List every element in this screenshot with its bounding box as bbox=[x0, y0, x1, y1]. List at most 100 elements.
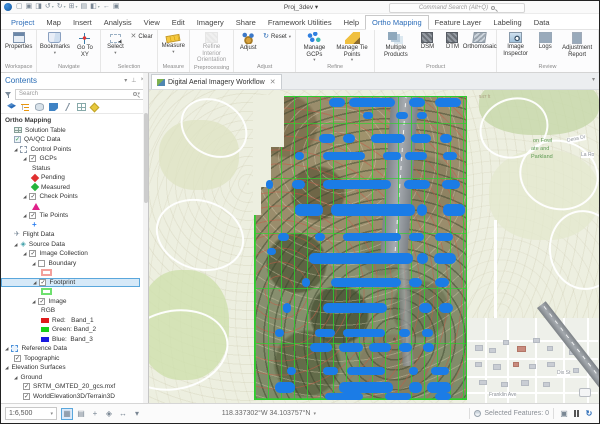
multiple-products-button[interactable]: Multiple Products bbox=[377, 31, 414, 58]
dtm-button[interactable]: DTM bbox=[440, 31, 464, 51]
orthomosaic-button[interactable]: Orthomosaic bbox=[465, 31, 494, 51]
manage-tie-points-button[interactable]: Manage Tie Points▾ bbox=[332, 31, 372, 62]
tree-item-solution-table[interactable]: Solution Table bbox=[1, 126, 148, 136]
tree-item-check-points[interactable]: ◢✓Check Points bbox=[1, 192, 148, 202]
contents-scrollbar[interactable] bbox=[143, 73, 148, 403]
manage-gcps-button[interactable]: Manage GCPs▾ bbox=[298, 31, 331, 62]
adjust-button[interactable]: Adjust bbox=[236, 31, 260, 52]
clear-button[interactable]: ✕Clear bbox=[128, 33, 154, 40]
tree-item-status[interactable]: Status bbox=[1, 164, 148, 174]
tree-item-symbol[interactable]: + bbox=[1, 221, 148, 231]
list-by-slash-icon[interactable] bbox=[63, 103, 72, 111]
tree-item-source-data[interactable]: ◢◈Source Data bbox=[1, 240, 148, 250]
tab-edit[interactable]: Edit bbox=[166, 16, 191, 29]
titlebar-icon-0[interactable]: ▢ bbox=[16, 3, 23, 11]
expander-icon[interactable]: ◢ bbox=[23, 194, 26, 199]
tab-labeling[interactable]: Labeling bbox=[487, 16, 527, 29]
bookmarks-button[interactable]: Bookmarks▾ bbox=[39, 31, 70, 55]
tree-item-reference-data[interactable]: ◢Reference Data bbox=[1, 344, 148, 354]
titlebar-icon-8[interactable]: ← bbox=[103, 3, 110, 11]
tree-item-symbol[interactable] bbox=[1, 268, 148, 278]
tree-item-symbol[interactable] bbox=[1, 202, 148, 212]
list-by-snapshot-icon[interactable] bbox=[49, 103, 58, 111]
tab-data[interactable]: Data bbox=[528, 16, 556, 29]
status-right-icon-0[interactable]: ▣ bbox=[558, 408, 570, 420]
status-icon-2[interactable]: + bbox=[89, 408, 101, 420]
expander-icon[interactable]: ◢ bbox=[14, 242, 17, 247]
titlebar-icon-6[interactable]: ▤ bbox=[81, 3, 88, 11]
tab-framework-utilities[interactable]: Framework Utilities bbox=[262, 16, 338, 29]
refresh-icon[interactable]: ↻ bbox=[583, 408, 595, 420]
list-by-tag-icon[interactable] bbox=[90, 102, 100, 112]
checkbox[interactable]: ✓ bbox=[29, 250, 36, 257]
command-search-input[interactable]: Command Search (Alt+Q) bbox=[389, 3, 525, 13]
tree-item-gcps[interactable]: ◢✓GCPs bbox=[1, 154, 148, 164]
titlebar-icon-5[interactable]: ⊞▾ bbox=[69, 3, 78, 11]
adjustment-report-button[interactable]: Adjustment Report bbox=[558, 31, 596, 58]
tree-item-flight-data[interactable]: ✈Flight Data bbox=[1, 230, 148, 240]
tab-map[interactable]: Map bbox=[40, 16, 67, 29]
select-button[interactable]: Select▾ bbox=[103, 31, 127, 55]
tree-item-ground[interactable]: ◢Ground bbox=[1, 373, 148, 383]
titlebar-icon-9[interactable]: ▣ bbox=[113, 3, 120, 11]
pin-icon[interactable]: ⊥ bbox=[131, 77, 136, 84]
tree-item-measured[interactable]: Measured bbox=[1, 183, 148, 193]
attribution-button[interactable] bbox=[579, 388, 591, 397]
expander-icon[interactable]: ◢ bbox=[23, 213, 26, 218]
map-scale-input[interactable]: 1:6,500 ▾ bbox=[5, 407, 57, 420]
tree-item-footprint[interactable]: ◢✓Footprint bbox=[1, 278, 140, 288]
checkbox[interactable]: ✓ bbox=[29, 212, 36, 219]
contents-search-input[interactable]: Search ▾ bbox=[15, 89, 144, 100]
map-coordinates[interactable]: 118.337302°W 34.103757°N ▾ bbox=[222, 410, 316, 417]
filter-icon[interactable] bbox=[5, 91, 12, 98]
tree-item-worldelevation3d-terrain3d[interactable]: ✓WorldElevation3D/Terrain3D bbox=[1, 392, 148, 402]
tree-item-symbol[interactable] bbox=[1, 287, 148, 297]
titlebar-icon-4[interactable]: ↻▾ bbox=[57, 3, 66, 11]
checkbox[interactable] bbox=[38, 260, 45, 267]
tab-view[interactable]: View bbox=[138, 16, 166, 29]
tree-item-topographic[interactable]: ✓Topographic bbox=[1, 354, 148, 364]
measure-button[interactable]: Measure▾ bbox=[160, 31, 187, 54]
map-canvas[interactable]: 547 fton Fowlate andParklandDena DrLa Ro… bbox=[149, 90, 599, 403]
logs-button[interactable]: Logs bbox=[533, 31, 557, 51]
tree-item-red-band-1[interactable]: Red: Band_1 bbox=[1, 316, 148, 326]
list-by-draworder-icon[interactable] bbox=[7, 103, 16, 111]
tab-share[interactable]: Share bbox=[230, 16, 262, 29]
checkbox[interactable]: ✓ bbox=[38, 298, 45, 305]
tab-feature-layer[interactable]: Feature Layer bbox=[429, 16, 488, 29]
tab-imagery[interactable]: Imagery bbox=[191, 16, 230, 29]
tree-item-qa-qc-data[interactable]: ✓QA/QC Data bbox=[1, 135, 148, 145]
tree-item-tie-points[interactable]: ◢✓Tie Points bbox=[1, 211, 148, 221]
titlebar-icon-3[interactable]: ↺▾ bbox=[45, 3, 54, 11]
expander-icon[interactable]: ◢ bbox=[5, 365, 8, 370]
checkbox[interactable]: ✓ bbox=[23, 383, 30, 390]
titlebar-icon-2[interactable]: ◨ bbox=[35, 3, 42, 11]
expander-icon[interactable]: ◢ bbox=[23, 251, 26, 256]
chevron-down-icon[interactable]: ▾ bbox=[592, 76, 595, 83]
tree-item-rgb[interactable]: RGB bbox=[1, 306, 148, 316]
properties-button[interactable]: Properties bbox=[3, 31, 34, 51]
status-icon-1[interactable]: ▤ bbox=[75, 408, 87, 420]
status-icon-3[interactable]: ◈ bbox=[103, 408, 115, 420]
dsm-button[interactable]: DSM bbox=[415, 31, 439, 51]
expander-icon[interactable]: ◢ bbox=[32, 299, 35, 304]
tab-insert[interactable]: Insert bbox=[67, 16, 98, 29]
status-icon-0[interactable]: ▦ bbox=[61, 408, 73, 420]
checkbox[interactable]: ✓ bbox=[29, 155, 36, 162]
expander-icon[interactable]: ◢ bbox=[14, 147, 17, 152]
expander-icon[interactable]: ◢ bbox=[23, 156, 26, 161]
tree-item-green-band-2[interactable]: Green: Band_2 bbox=[1, 325, 148, 335]
list-by-source-icon[interactable] bbox=[21, 103, 30, 111]
chevron-down-icon[interactable]: ▾ bbox=[124, 77, 127, 84]
tab-analysis[interactable]: Analysis bbox=[98, 16, 138, 29]
tree-item-ortho-mapping[interactable]: Ortho Mapping bbox=[1, 116, 148, 126]
image-inspector-button[interactable]: Image Inspector bbox=[499, 31, 532, 57]
tree-item-pending[interactable]: Pending bbox=[1, 173, 148, 183]
tab-help[interactable]: Help bbox=[338, 16, 365, 29]
map-view-tab[interactable]: Digital Aerial Imagery Workflow ✕ bbox=[151, 74, 282, 89]
reset-button[interactable]: ↻Reset▾ bbox=[261, 33, 293, 40]
tab-ortho-mapping[interactable]: Ortho Mapping bbox=[365, 15, 429, 30]
list-by-selection-icon[interactable] bbox=[35, 103, 44, 111]
list-by-grid-icon[interactable] bbox=[77, 103, 86, 111]
close-icon[interactable]: ✕ bbox=[270, 78, 276, 86]
